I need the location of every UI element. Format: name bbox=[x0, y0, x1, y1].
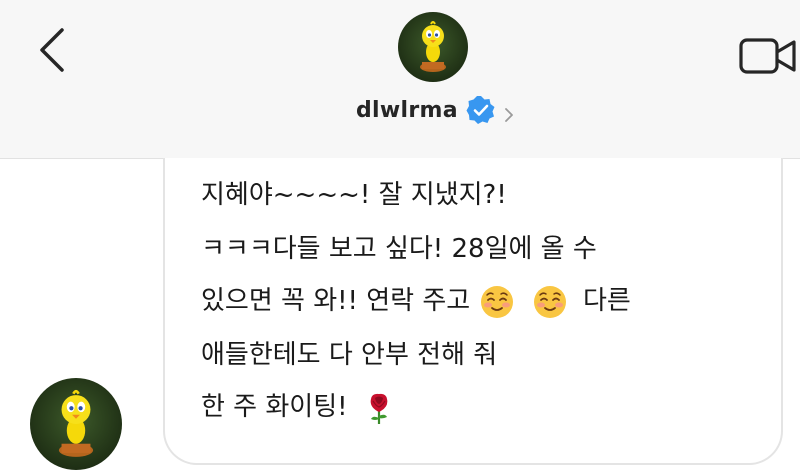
message-line-3: 있으면 꼭 와!! 연락 주고 다른 bbox=[201, 284, 631, 319]
message-line-3-tail: 다른 bbox=[582, 286, 631, 316]
verified-badge-icon bbox=[466, 96, 495, 124]
message-line-4: 애들한테도 다 안부 전해 줘 bbox=[201, 340, 498, 370]
username: dlwlrma bbox=[356, 97, 458, 123]
sender-avatar[interactable] bbox=[30, 378, 122, 470]
tweety-avatar-image bbox=[398, 12, 468, 82]
rose-emoji-icon bbox=[370, 393, 388, 424]
chat-header: dlwlrma bbox=[0, 0, 800, 159]
back-button[interactable] bbox=[28, 20, 78, 80]
chevron-left-icon bbox=[40, 28, 64, 72]
relieved-face-emoji-icon bbox=[481, 285, 514, 318]
profile-avatar[interactable] bbox=[398, 12, 468, 82]
profile-username-row[interactable]: dlwlrma bbox=[356, 92, 516, 128]
message-line-3-text: 있으면 꼭 와!! 연락 주고 bbox=[201, 286, 471, 316]
message-line-5: 한 주 화이팅! bbox=[201, 390, 398, 425]
tweety-avatar-image bbox=[30, 378, 122, 470]
message-bubble: 지혜야~~~~! 잘 지냈지?! ㅋㅋㅋ다들 보고 싶다! 28일에 올 수 있… bbox=[163, 158, 783, 465]
message-line-1: 지혜야~~~~! 잘 지냈지?! bbox=[201, 180, 507, 210]
chevron-right-icon bbox=[504, 108, 513, 122]
message-line-2: ㅋㅋㅋ다들 보고 싶다! 28일에 올 수 bbox=[201, 234, 597, 264]
message-line-5-text: 한 주 화이팅! bbox=[201, 392, 348, 422]
video-call-button[interactable] bbox=[738, 30, 800, 82]
relieved-face-emoji-icon bbox=[533, 285, 566, 318]
video-call-icon bbox=[739, 38, 796, 74]
